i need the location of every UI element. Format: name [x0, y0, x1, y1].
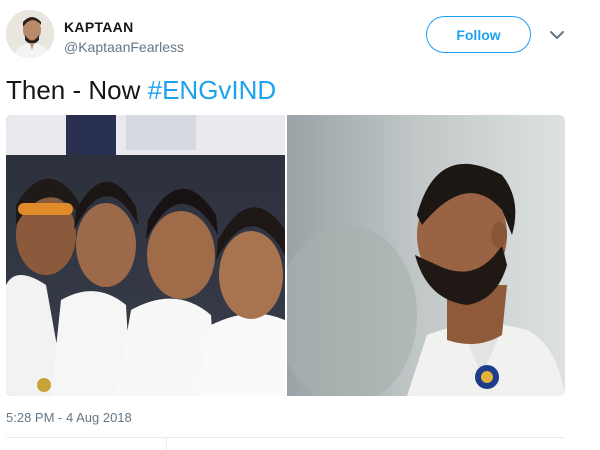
photo-then-team-group [6, 115, 285, 396]
avatar-image [6, 10, 54, 58]
divider-tick [166, 437, 167, 450]
divider [6, 437, 565, 438]
hashtag-link[interactable]: #ENGvIND [148, 75, 277, 105]
tweet-timestamp[interactable]: 5:28 PM - 4 Aug 2018 [6, 410, 132, 425]
tweet-text-plain: Then - Now [6, 75, 148, 105]
author-name[interactable]: KAPTAAN [64, 19, 134, 35]
photo-now-player-profile [287, 115, 565, 396]
follow-button[interactable]: Follow [426, 16, 531, 53]
tweet-card: KAPTAAN @KaptaanFearless Follow Then - N… [0, 0, 600, 450]
avatar[interactable] [6, 10, 54, 58]
tweet-text: Then - Now #ENGvIND [6, 75, 276, 106]
media-photo-now[interactable] [287, 115, 565, 396]
author-handle[interactable]: @KaptaanFearless [64, 39, 184, 55]
media-photo-then[interactable] [6, 115, 285, 396]
tweet-media [6, 115, 565, 396]
chevron-down-icon[interactable] [548, 26, 566, 44]
